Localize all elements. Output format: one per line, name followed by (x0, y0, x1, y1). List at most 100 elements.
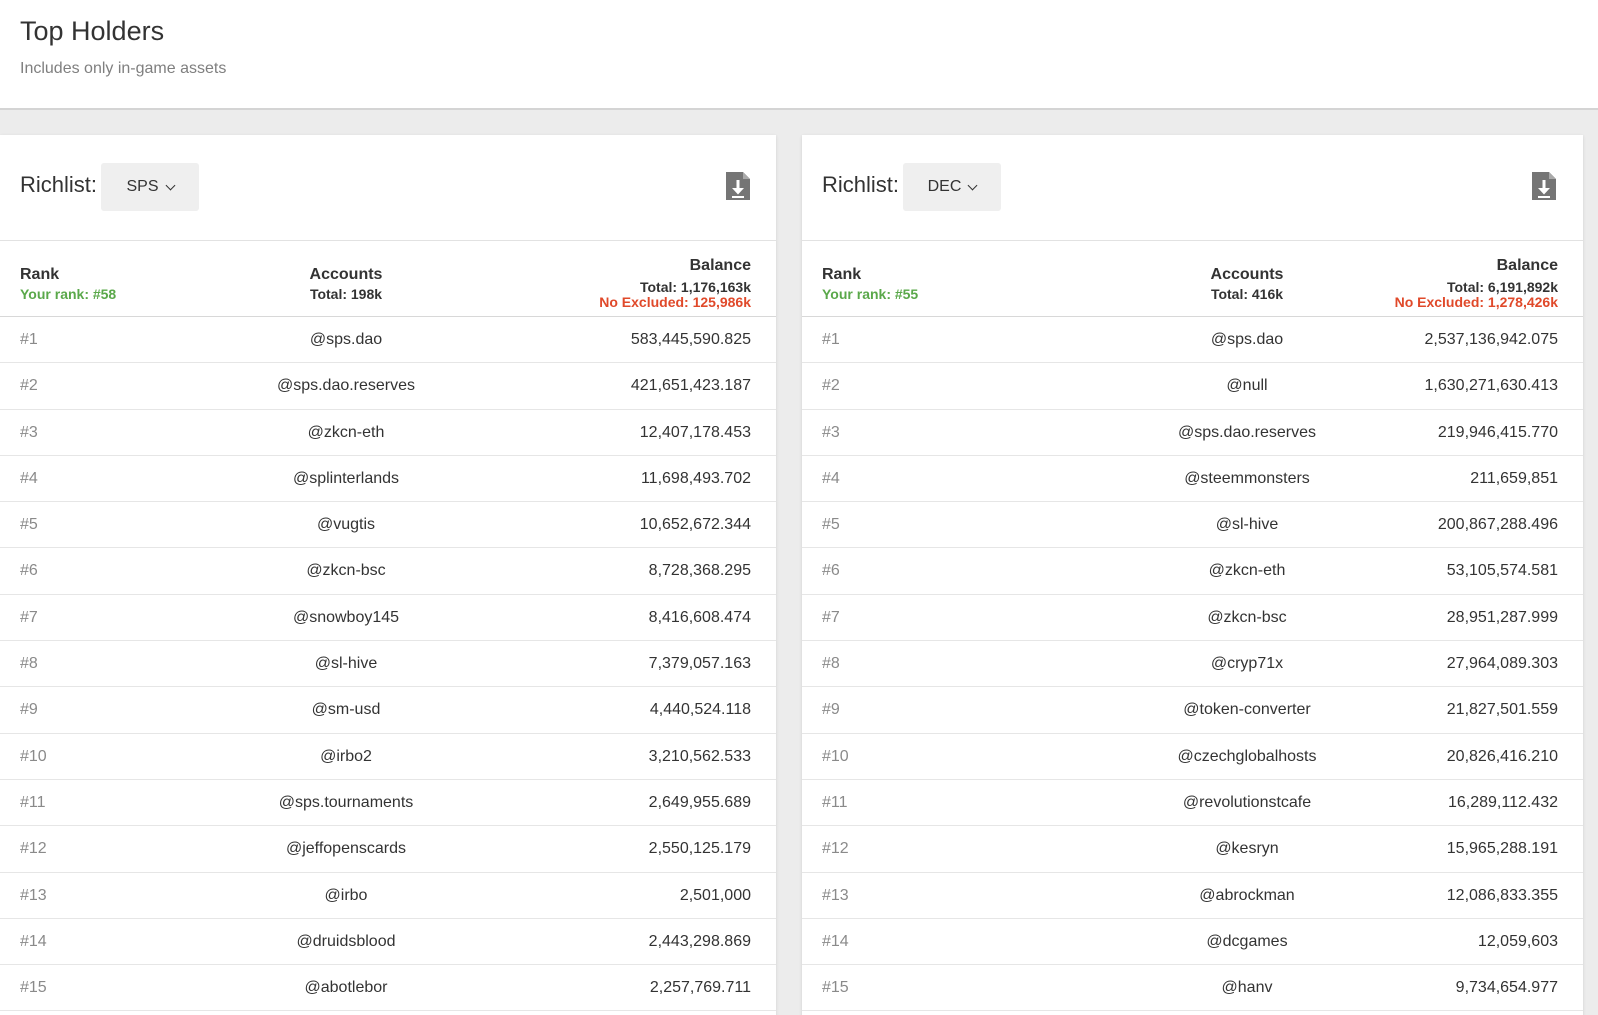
balance-cell: 9,734,654.977 (1455, 979, 1558, 997)
chevron-down-icon (967, 180, 978, 190)
balance-cell: 8,728,368.295 (648, 562, 751, 580)
column-header-rank: Rank (20, 266, 60, 283)
your-rank: Your rank: #58 (20, 286, 117, 302)
rank-cell: #6 (822, 562, 840, 580)
rank-cell: #13 (20, 886, 47, 904)
table-row: #2 @sps.dao.reserves 421,651,423.187 (0, 363, 776, 410)
account-link[interactable]: @null (1117, 377, 1377, 395)
table-row: #10 @czechglobalhosts 20,826,416.210 (802, 734, 1583, 780)
rank-cell: #4 (822, 469, 840, 487)
rank-cell: #10 (822, 747, 849, 765)
rank-cell: #11 (20, 793, 46, 811)
rank-cell: #1 (20, 331, 38, 348)
account-link[interactable]: @hanv (1117, 979, 1377, 997)
rank-cell: #14 (822, 932, 849, 950)
account-link[interactable]: @vugtis (216, 516, 476, 534)
token-select-dropdown[interactable]: SPS (101, 163, 199, 211)
table-row: #2 @null 1,630,271,630.413 (802, 363, 1583, 410)
account-link[interactable]: @sps.dao (216, 331, 476, 349)
rank-cell: #1 (822, 331, 840, 348)
account-link[interactable]: @jeffopenscards (216, 840, 476, 858)
token-select-value: DEC (927, 178, 962, 195)
balance-cell: 2,550,125.179 (648, 840, 751, 858)
account-link[interactable]: @sps.tournaments (216, 794, 476, 812)
table-row: #8 @cryp71x 27,964,089.303 (802, 641, 1583, 688)
account-link[interactable]: @sl-hive (216, 655, 476, 673)
balance-cell: 8,416,608.474 (648, 608, 751, 626)
rank-cell: #4 (20, 469, 38, 487)
account-link[interactable]: @abotlebor (216, 979, 476, 997)
balance-cell: 12,059,603 (1477, 932, 1558, 950)
balance-cell: 1,630,271,630.413 (1424, 377, 1558, 395)
account-link[interactable]: @zkcn-bsc (1117, 609, 1377, 627)
table-row: #9 @token-converter 21,827,501.559 (802, 687, 1583, 734)
account-link[interactable]: @sl-hive (1117, 516, 1377, 534)
panel-header: Richlist: SPS (0, 135, 776, 240)
table-row: #1 @sps.dao 583,445,590.825 (0, 317, 776, 364)
table-row: #15 @abotlebor 2,257,769.711 (0, 965, 776, 1012)
account-link[interactable]: @czechglobalhosts (1117, 748, 1377, 766)
account-link[interactable]: @token-converter (1117, 701, 1377, 719)
table-row: #11 @revolutionstcafe 16,289,112.432 (802, 780, 1583, 827)
account-link[interactable]: @sps.dao.reserves (1117, 424, 1377, 442)
page-header: Top Holders Includes only in-game assets (0, 0, 1598, 110)
rank-cell: #15 (822, 979, 849, 997)
balance-no-excluded: No Excluded: 125,986k (599, 294, 751, 310)
your-rank: Your rank: #55 (822, 286, 919, 302)
richlist-label: Richlist: (822, 172, 900, 197)
account-link[interactable]: @irbo (216, 887, 476, 905)
account-link[interactable]: @steemmonsters (1117, 470, 1377, 488)
balance-total: Total: 6,191,892k (1446, 279, 1558, 295)
balance-cell: 583,445,590.825 (630, 331, 751, 348)
holders-table-body: #1 @sps.dao 583,445,590.825 #2 @sps.dao.rese… (0, 317, 776, 1012)
account-link[interactable]: @splinterlands (216, 470, 476, 488)
balance-cell: 2,537,136,942.075 (1424, 331, 1558, 348)
balance-cell: 20,826,416.210 (1446, 747, 1558, 765)
richlist-panel-dec: Richlist: DEC Rank Your rank: #55 Accoun… (802, 135, 1583, 1015)
account-link[interactable]: @sps.dao.reserves (216, 377, 476, 395)
balance-cell: 200,867,288.496 (1437, 516, 1558, 534)
account-link[interactable]: @zkcn-bsc (216, 562, 476, 580)
file-download-icon[interactable] (1531, 171, 1557, 201)
table-row: #11 @sps.tournaments 2,649,955.689 (0, 780, 776, 827)
token-select-dropdown[interactable]: DEC (903, 163, 1001, 211)
account-link[interactable]: @kesryn (1117, 840, 1377, 858)
table-row: #1 @sps.dao 2,537,136,942.075 (802, 317, 1583, 364)
column-header-accounts: Accounts (1210, 266, 1284, 283)
table-row: #7 @zkcn-bsc 28,951,287.999 (802, 595, 1583, 642)
table-row: #13 @abrockman 12,086,833.355 (802, 873, 1583, 919)
account-link[interactable]: @druidsblood (216, 933, 476, 951)
account-link[interactable]: @revolutionstcafe (1117, 794, 1377, 812)
account-link[interactable]: @zkcn-eth (1117, 562, 1377, 580)
rank-cell: #11 (822, 793, 848, 811)
balance-cell: 4,440,524.118 (649, 701, 751, 719)
balance-cell: 3,210,562.533 (648, 747, 751, 765)
account-link[interactable]: @abrockman (1117, 887, 1377, 905)
rank-cell: #12 (822, 840, 849, 858)
account-link[interactable]: @snowboy145 (216, 609, 476, 627)
balance-cell: 21,827,501.559 (1446, 701, 1558, 719)
rank-cell: #2 (822, 377, 840, 395)
account-link[interactable]: @zkcn-eth (216, 424, 476, 442)
table-column-headers: Rank Your rank: #58 Accounts Total: 198k… (0, 240, 776, 317)
balance-cell: 12,086,833.355 (1446, 886, 1558, 904)
page-title: Top Holders (20, 16, 165, 46)
balance-cell: 219,946,415.770 (1437, 423, 1558, 441)
account-link[interactable]: @cryp71x (1117, 655, 1377, 673)
account-link[interactable]: @dcgames (1117, 933, 1377, 951)
rank-cell: #6 (20, 562, 38, 580)
rank-cell: #2 (20, 377, 38, 395)
table-row: #12 @kesryn 15,965,288.191 (802, 826, 1583, 873)
account-link[interactable]: @sps.dao (1117, 331, 1377, 349)
table-row: #7 @snowboy145 8,416,608.474 (0, 595, 776, 642)
rank-cell: #7 (822, 608, 840, 626)
account-link[interactable]: @irbo2 (216, 748, 476, 766)
table-row: #8 @sl-hive 7,379,057.163 (0, 641, 776, 688)
rank-cell: #8 (822, 655, 840, 673)
table-row: #6 @zkcn-eth 53,105,574.581 (802, 548, 1583, 595)
balance-cell: 2,257,769.711 (649, 979, 751, 997)
table-row: #4 @steemmonsters 211,659,851 (802, 456, 1583, 503)
file-download-icon[interactable] (725, 171, 751, 201)
account-link[interactable]: @sm-usd (216, 701, 476, 719)
rank-cell: #7 (20, 608, 38, 626)
